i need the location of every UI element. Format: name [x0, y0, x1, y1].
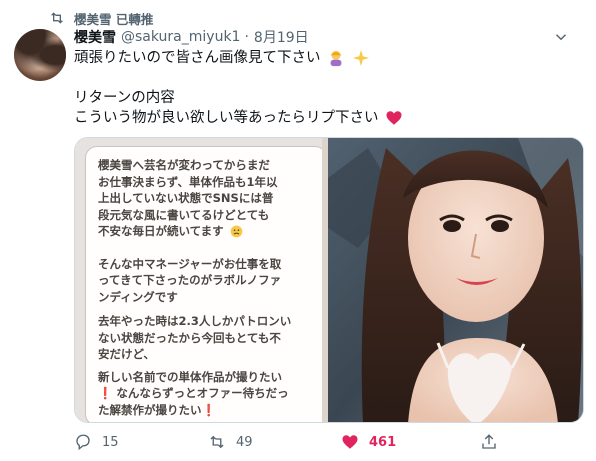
tweet-date[interactable]: 8月19日	[254, 27, 309, 47]
note-text: 櫻美雪へ芸名が変わってからまだ お仕事決まらず、単体作品も1年以 上出していない…	[98, 158, 292, 417]
tweet-header: 櫻美雪 @sakura_miyuk1 · 8月19日	[74, 26, 586, 48]
retweet-button[interactable]: 49	[208, 433, 253, 451]
tweet-line-3: こういう物が良い欲しい等あったらリプ下さい	[74, 108, 586, 128]
exclamation-icon: ❗	[201, 402, 216, 417]
retweet-count: 49	[236, 434, 253, 450]
note-card: 櫻美雪へ芸名が変わってからまだ お仕事決まらず、単体作品も1年以 上出していない…	[85, 146, 327, 422]
screenshot-image[interactable]: 櫻美雪へ芸名が変わってからまだ お仕事決まらず、単体作品も1年以 上出していない…	[75, 138, 328, 422]
reply-button[interactable]: 15	[74, 433, 119, 451]
retweet-icon	[51, 12, 63, 24]
sparkles-icon	[352, 49, 369, 67]
separator: ·	[244, 29, 249, 45]
heart-icon	[386, 111, 402, 125]
avatar[interactable]	[14, 29, 66, 81]
tweet-actions: 15 49 461	[74, 430, 586, 454]
portrait-photo[interactable]	[328, 138, 583, 422]
retweet-header: 櫻美雪 已轉推	[48, 8, 153, 28]
tweet-line-2: リターンの内容	[74, 90, 175, 106]
chevron-down-icon[interactable]	[550, 28, 572, 46]
heart-icon	[342, 435, 358, 449]
retweet-header-text: 櫻美雪 已轉推	[74, 11, 154, 27]
retweet-icon	[210, 435, 224, 449]
worried-face-icon	[230, 225, 242, 238]
person-emoji-icon	[330, 50, 342, 67]
tweet-line-1: 頑張りたいので皆さん画像見て下さい	[74, 48, 586, 68]
display-name[interactable]: 櫻美雪	[74, 27, 116, 47]
like-button[interactable]: 461	[341, 433, 396, 451]
exclamation-icon: ❗	[98, 386, 113, 400]
portrait-illustration	[328, 138, 583, 422]
share-button[interactable]	[480, 433, 508, 451]
tweet[interactable]: 櫻美雪 @sakura_miyuk1 · 8月19日 頑張りたいので皆さん画像見…	[74, 26, 586, 128]
share-icon	[482, 434, 496, 449]
tweet-text: 頑張りたいので皆さん画像見て下さい リターンの内容 こういう物が良い欲しい等あっ…	[74, 48, 586, 128]
handle[interactable]: @sakura_miyuk1	[121, 29, 240, 45]
reply-icon	[76, 434, 90, 451]
reply-count: 15	[102, 434, 119, 450]
tweet-media[interactable]: 櫻美雪へ芸名が変わってからまだ お仕事決まらず、単体作品も1年以 上出していない…	[74, 137, 584, 423]
like-count: 461	[369, 434, 397, 450]
